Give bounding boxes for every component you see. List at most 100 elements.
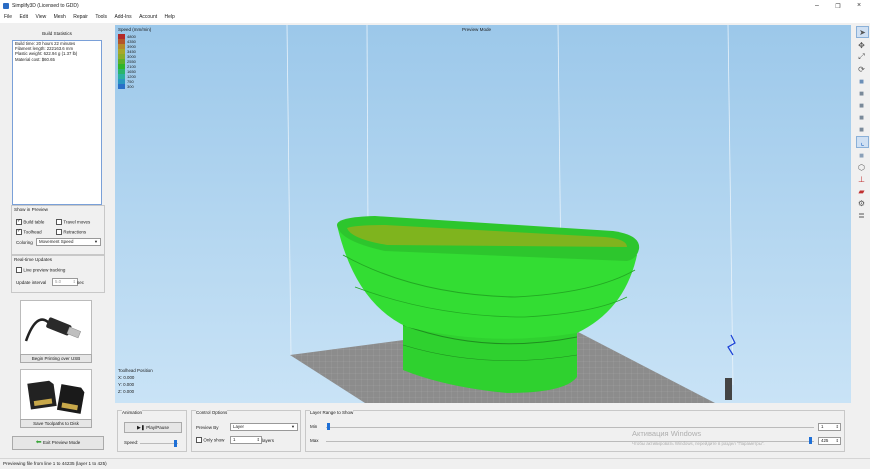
- build-stats-heading: Build Statistics: [42, 31, 72, 36]
- section-view-icon[interactable]: ■: [856, 150, 867, 160]
- max-label: Max: [310, 438, 319, 443]
- menu-view[interactable]: View: [35, 14, 46, 20]
- update-interval-spinner[interactable]: 5.0 ⇕: [52, 278, 78, 286]
- menu-repair[interactable]: Repair: [73, 14, 88, 20]
- max-layer-value: 425: [821, 438, 829, 443]
- retractions-label: Retractions: [63, 229, 87, 235]
- preview-viewport[interactable]: Speed (mm/min) 4800 4350 3900 3450 3000 2550 2…: [115, 25, 851, 403]
- show-in-preview-heading: Show in Preview: [14, 207, 48, 212]
- checkbox-unchecked-icon: [56, 219, 62, 225]
- stat-material-cost: Material cost: $60.65: [15, 56, 55, 62]
- status-bar: Previewing file from line 1 to 44235 (la…: [0, 458, 870, 469]
- menu-mesh[interactable]: Mesh: [54, 14, 66, 20]
- menu-add-ins[interactable]: Add-Ins: [114, 14, 131, 20]
- control-options-heading: Control Options: [196, 410, 228, 415]
- coloring-select[interactable]: Movement Speed ▼: [36, 238, 101, 246]
- speed-legend: 4800 4350 3900 3450 3000 2550 2100 1650 1200 750 3…: [118, 34, 136, 89]
- min-slider-thumb[interactable]: [327, 423, 330, 430]
- model-cube-icon[interactable]: ⬡: [856, 162, 867, 172]
- min-layer-spinner[interactable]: 1 ⇕: [818, 423, 841, 431]
- support-icon[interactable]: ▰: [856, 186, 867, 196]
- begin-usb-printing-button[interactable]: Begin Printing over USB: [20, 354, 92, 363]
- close-icon[interactable]: ×: [852, 2, 866, 9]
- sd-card-icon: [27, 380, 85, 414]
- only-show-checkbox[interactable]: Only show: [196, 437, 224, 443]
- menu-edit[interactable]: Edit: [19, 14, 28, 20]
- checkbox-unchecked-icon: [196, 437, 202, 443]
- settings-gear-icon[interactable]: ⚙: [856, 198, 867, 208]
- move-tool-icon[interactable]: ✥: [856, 40, 867, 50]
- minimize-icon[interactable]: –: [810, 2, 824, 9]
- show-in-preview-group: Show in Preview Build table Travel moves…: [11, 205, 105, 255]
- toolhead-checkbox[interactable]: Toolhead: [16, 228, 42, 235]
- axes-icon[interactable]: ⌞: [856, 136, 869, 148]
- realtime-heading: Real-time Updates: [14, 257, 53, 262]
- select-tool-icon[interactable]: ➤: [856, 26, 869, 38]
- legend-swatch: [118, 84, 125, 89]
- min-layer-value: 1: [821, 424, 824, 429]
- legend-entry: 300: [118, 84, 136, 89]
- title-bar: Simplify3D (Licensed to GDD) – ❐ ×: [0, 0, 870, 12]
- travel-moves-checkbox[interactable]: Travel moves: [56, 219, 90, 225]
- rotate-tool-icon[interactable]: ⟳: [856, 64, 867, 74]
- min-label: Min: [310, 424, 318, 429]
- sd-card-image: [20, 369, 92, 421]
- toolhead-y: Y: 0.000: [118, 382, 135, 387]
- usb-cable-icon: [24, 317, 82, 342]
- axis-arrows-icon[interactable]: ⊥: [856, 174, 867, 184]
- max-layer-spinner[interactable]: 425 ⇕: [818, 437, 841, 445]
- update-interval-label: Update interval: [16, 280, 47, 285]
- live-preview-checkbox[interactable]: Live preview tracking: [16, 267, 65, 273]
- bottom-controls: Animation ▶❚ Play/Pause Speed: Control O…: [115, 403, 851, 458]
- usb-image: [20, 300, 92, 356]
- control-options-group: Control Options Preview By Layer ▼ Only …: [191, 410, 301, 452]
- speed-slider-track[interactable]: [140, 443, 178, 444]
- spinner-arrows-icon: ⇕: [835, 424, 839, 429]
- travel-moves-label: Travel moves: [63, 219, 91, 225]
- menu-tools[interactable]: Tools: [95, 14, 107, 20]
- only-show-spinner[interactable]: 1 ⇕: [230, 436, 262, 444]
- preview-by-select[interactable]: Layer ▼: [230, 423, 298, 431]
- back-arrow-icon: ⬅: [35, 439, 42, 446]
- model-render: [286, 25, 736, 403]
- update-interval-value: 5.0: [55, 279, 62, 284]
- window-title: Simplify3D (Licensed to GDD): [12, 3, 79, 9]
- speed-slider-thumb[interactable]: [174, 440, 177, 447]
- app-icon: [3, 3, 9, 9]
- menu-help[interactable]: Help: [165, 14, 175, 20]
- play-pause-icon: ▶❚: [136, 425, 145, 431]
- maximize-icon[interactable]: ❐: [831, 3, 845, 10]
- toolhead-label: Toolhead: [23, 229, 42, 235]
- checkbox-checked-icon: [16, 228, 22, 235]
- view-front-icon[interactable]: ■: [856, 88, 867, 98]
- toolpath-layers-icon[interactable]: ≣: [856, 210, 867, 220]
- toolhead-x: X: 0.000: [118, 375, 135, 380]
- layer-range-heading: Layer Range to Show: [310, 410, 354, 415]
- view-right-icon[interactable]: ■: [856, 124, 867, 134]
- save-toolpaths-button[interactable]: Save Toolpaths to Disk: [20, 419, 92, 428]
- view-left-icon[interactable]: ■: [856, 112, 867, 122]
- build-table-label: Build table: [23, 219, 45, 225]
- play-pause-button[interactable]: ▶❚ Play/Pause: [124, 422, 182, 433]
- menu-file[interactable]: File: [4, 14, 12, 20]
- chevron-down-icon: ▼: [94, 239, 98, 244]
- live-preview-label: Live preview tracking: [23, 267, 66, 273]
- spinner-arrows-icon: ⇕: [835, 438, 839, 443]
- build-table-checkbox[interactable]: Build table: [16, 218, 45, 225]
- spinner-arrows-icon: ⇕: [72, 279, 76, 284]
- only-show-label: Only show: [203, 437, 225, 443]
- checkbox-unchecked-icon: [56, 229, 62, 235]
- checkbox-unchecked-icon: [16, 267, 22, 273]
- max-slider-thumb[interactable]: [809, 437, 812, 444]
- view-top-icon[interactable]: ■: [856, 100, 867, 110]
- menu-account[interactable]: Account: [139, 14, 157, 20]
- toolhead-position-heading: Toolhead Position: [118, 368, 153, 373]
- view-iso-icon[interactable]: ■: [856, 76, 867, 86]
- toolhead-position: Toolhead Position X: 0.000 Y: 0.000 Z: 0…: [118, 367, 153, 395]
- retractions-checkbox[interactable]: Retractions: [56, 229, 86, 235]
- min-slider-track[interactable]: [326, 427, 814, 428]
- exit-preview-button[interactable]: ⬅ Exit Preview Mode: [12, 436, 104, 450]
- legend-title: Speed (mm/min): [118, 27, 152, 32]
- realtime-updates-group: Real-time Updates Live preview tracking …: [11, 255, 105, 293]
- zoom-tool-icon[interactable]: ⤢: [856, 52, 867, 62]
